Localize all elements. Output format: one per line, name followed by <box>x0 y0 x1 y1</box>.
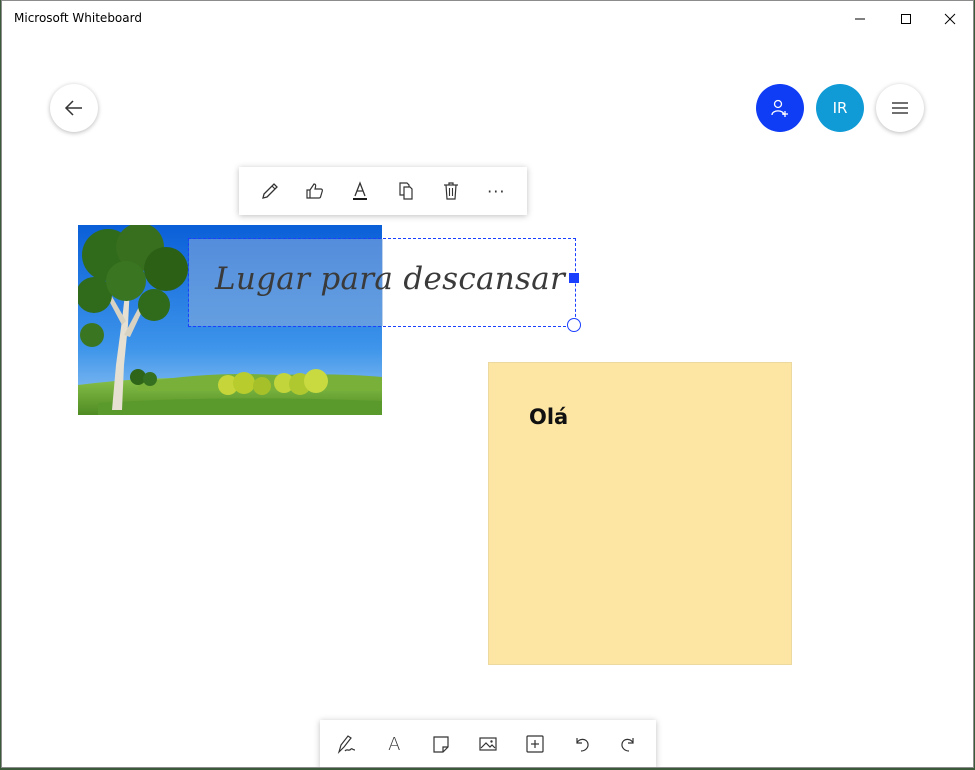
add-note-button[interactable] <box>425 728 457 760</box>
add-image-button[interactable] <box>472 728 504 760</box>
window-title: Microsoft Whiteboard <box>14 11 142 25</box>
more-icon: ··· <box>487 181 506 201</box>
ink-pen-icon <box>338 735 356 755</box>
note-icon <box>433 736 449 753</box>
app-window: Microsoft Whiteboard IR ··· Lugar para d… <box>1 0 974 768</box>
menu-button[interactable] <box>876 84 924 132</box>
edit-button[interactable] <box>254 175 286 207</box>
copy-button[interactable] <box>390 175 422 207</box>
text-item[interactable]: Lugar para descansar <box>188 238 576 327</box>
more-button[interactable]: ··· <box>480 175 512 207</box>
redo-icon <box>621 738 635 752</box>
invite-button[interactable] <box>756 84 804 132</box>
context-toolbar: ··· <box>239 167 527 215</box>
redo-button[interactable] <box>612 728 644 760</box>
ink-button[interactable] <box>331 728 363 760</box>
text-format-button[interactable] <box>344 175 376 207</box>
resize-handle[interactable] <box>569 273 579 283</box>
insert-button[interactable] <box>519 728 551 760</box>
close-icon <box>944 13 956 25</box>
add-person-icon <box>771 99 788 117</box>
back-button[interactable] <box>50 84 98 132</box>
insert-icon <box>526 735 544 753</box>
close-button[interactable] <box>927 1 973 37</box>
thumbs-up-icon <box>306 183 323 199</box>
maximize-icon <box>901 14 911 24</box>
whiteboard-canvas[interactable]: IR ··· Lugar para descansar Olá A <box>2 37 973 767</box>
maximize-button[interactable] <box>883 1 929 37</box>
undo-button[interactable] <box>566 728 598 760</box>
hamburger-icon <box>892 102 908 114</box>
trash-icon <box>443 182 458 200</box>
react-button[interactable] <box>299 175 331 207</box>
image-icon <box>479 737 497 751</box>
text-item-content[interactable]: Lugar para descansar <box>215 261 565 297</box>
copy-icon <box>399 182 413 200</box>
user-avatar[interactable]: IR <box>816 84 864 132</box>
title-bar: Microsoft Whiteboard <box>2 1 973 37</box>
undo-icon <box>576 738 589 752</box>
create-toolbar: A <box>320 720 656 767</box>
delete-button[interactable] <box>435 175 467 207</box>
sticky-note-text[interactable]: Olá <box>529 405 568 429</box>
minimize-button[interactable] <box>837 1 883 37</box>
text-icon: A <box>388 733 401 755</box>
arrow-left-icon <box>64 100 82 116</box>
text-format-icon <box>353 181 368 200</box>
rotate-handle[interactable] <box>567 318 581 332</box>
avatar-initials: IR <box>832 99 848 117</box>
sticky-note[interactable]: Olá <box>488 362 792 665</box>
add-text-button[interactable]: A <box>378 728 410 760</box>
pencil-icon <box>261 183 278 199</box>
minimize-icon <box>855 18 865 20</box>
